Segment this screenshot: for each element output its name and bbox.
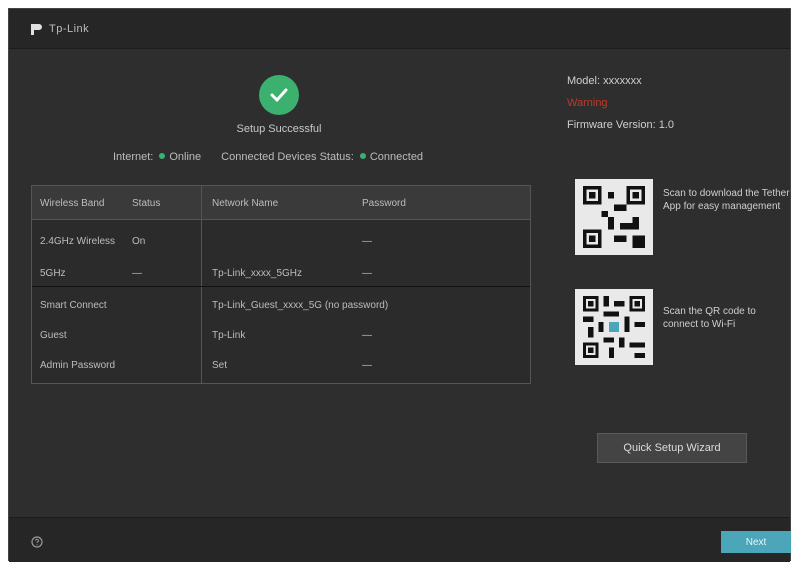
next-button[interactable]: Next [721, 531, 791, 553]
table-row: Smart Connect [40, 300, 107, 311]
help-icon[interactable] [31, 536, 43, 551]
brand-name: Tp-Link [49, 22, 90, 35]
wireless-info-table: Wireless Band Status Network Name Passwo… [31, 185, 531, 384]
setup-window: Tp-Link Setup Successful Internet: Online… [8, 8, 791, 562]
status-dot-icon [359, 153, 366, 159]
internet-label: Internet: [113, 151, 154, 163]
col-header-band: Wireless Band [40, 198, 105, 209]
warning-line: Warning [567, 97, 608, 109]
table-header [32, 186, 530, 220]
firmware-line: Firmware Version: 1.0 [567, 119, 674, 131]
quick-setup-wizard-button[interactable]: Quick Setup Wizard [597, 433, 747, 463]
table-row: — [132, 268, 142, 279]
table-row: — [362, 360, 372, 371]
internet-value: Online [169, 151, 202, 163]
device-label: Connected Devices Status: [221, 151, 354, 163]
table-row: — [362, 330, 372, 341]
table-row: Tp-Link [212, 330, 246, 341]
table-row: Set [212, 360, 228, 371]
col-header-network: Network Name [212, 198, 279, 209]
table-row: Admin Password [40, 360, 116, 371]
table-row: 5GHz [40, 268, 66, 279]
device-status: Connected Devices Status: Connected [221, 151, 423, 163]
table-row: Tp-Link_xxxx_5GHz [212, 268, 303, 279]
table-row: — [362, 236, 372, 247]
sub-status: Internet: Online Connected Devices Status… [113, 151, 533, 163]
table-row: On [132, 236, 146, 247]
status-dot-icon [159, 153, 166, 159]
col-header-status: Status [132, 198, 161, 209]
status-title: Setup Successful [236, 123, 322, 135]
qr-code-icon [575, 289, 653, 365]
qr-code-icon [575, 179, 653, 255]
check-circle-icon [259, 75, 299, 115]
table-row: Guest [40, 330, 67, 341]
table-row: 2.4GHz Wireless [40, 236, 116, 247]
title-bar: Tp-Link [9, 9, 790, 49]
qr-app-text: Scan to download the Tether App for easy… [663, 188, 790, 212]
internet-status: Internet: Online [113, 151, 201, 163]
model-line: Model: xxxxxxx [567, 75, 642, 87]
table-row: Tp-Link_Guest_xxxx_5G (no password) [212, 300, 389, 311]
footer-bar: Next [9, 517, 791, 562]
table-row: — [362, 268, 372, 279]
device-info: Model: xxxxxxx Warning Firmware Version:… [567, 75, 777, 141]
device-value: Connected [369, 151, 424, 163]
qr-wifi-text: Scan the QR code to connect to Wi-Fi [663, 306, 756, 330]
col-header-password: Password [362, 198, 406, 209]
brand-logo-icon [29, 22, 43, 36]
